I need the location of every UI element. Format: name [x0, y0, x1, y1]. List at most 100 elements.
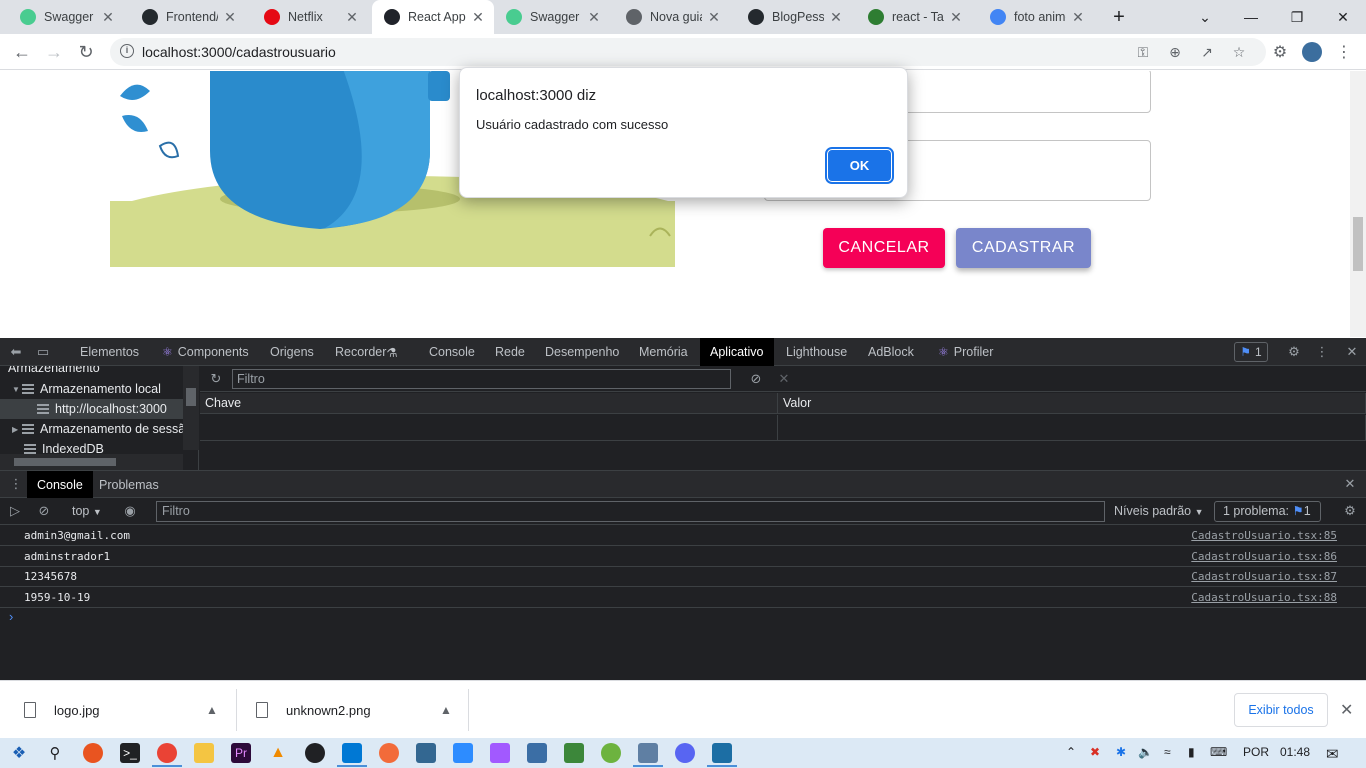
- browser-tab[interactable]: react - Tag ✕: [856, 0, 972, 34]
- close-tab-icon[interactable]: ✕: [828, 9, 844, 26]
- nodejs-icon[interactable]: [564, 743, 584, 763]
- browser-tab[interactable]: Frontend/I ✕: [130, 0, 246, 34]
- eye-icon[interactable]: ◉: [122, 503, 138, 519]
- obs-icon[interactable]: [305, 743, 325, 763]
- settings-icon[interactable]: ⚙: [1286, 344, 1302, 360]
- devtools-tab-desempenho[interactable]: Desempenho: [535, 338, 629, 366]
- close-drawer-icon[interactable]: ✕: [1342, 476, 1358, 492]
- console-settings-icon[interactable]: ⚙: [1342, 503, 1358, 519]
- device-toolbar-icon[interactable]: ▭: [35, 344, 51, 360]
- address-bar[interactable]: i localhost:3000/cadastrousuario ⚿ ⊕ ↗ ☆: [110, 38, 1266, 66]
- close-tab-icon[interactable]: ✕: [222, 9, 238, 26]
- devtools-tab-elementos[interactable]: Elementos: [70, 338, 149, 366]
- chevron-up-icon[interactable]: ⌃: [1066, 745, 1076, 759]
- column-header-key[interactable]: Chave: [200, 393, 778, 414]
- show-all-button[interactable]: Exibir todos: [1234, 693, 1328, 727]
- discord-icon[interactable]: [675, 743, 695, 763]
- browser-tab[interactable]: Swagger U ✕: [494, 0, 610, 34]
- postgres-icon[interactable]: [416, 743, 436, 763]
- console-prompt-icon[interactable]: ›: [9, 609, 13, 624]
- console-filter-input[interactable]: Filtro: [156, 501, 1105, 522]
- keyboard-icon[interactable]: ⌨: [1210, 745, 1227, 759]
- clear-console-icon[interactable]: ⊘: [36, 503, 52, 519]
- volume-icon[interactable]: 🔈: [1138, 745, 1153, 759]
- browser-tab[interactable]: Nova guia ✕: [614, 0, 730, 34]
- chrome-icon[interactable]: [157, 743, 177, 763]
- cancel-button[interactable]: CANCELAR: [823, 228, 945, 268]
- close-tab-icon[interactable]: ✕: [1070, 9, 1086, 26]
- file-explorer-icon[interactable]: [194, 743, 214, 763]
- browser-tab[interactable]: foto anime ✕: [978, 0, 1094, 34]
- log-levels-dropdown[interactable]: Níveis padrão ▼: [1114, 504, 1204, 518]
- inspect-icon[interactable]: ⬅: [8, 344, 24, 360]
- tab-console[interactable]: Console: [27, 471, 93, 498]
- devtools-tab-adblock[interactable]: AdBlock: [858, 338, 924, 366]
- browser-tab[interactable]: BlogPesso ✕: [736, 0, 852, 34]
- devtools-tab-aplicativo[interactable]: Aplicativo: [700, 338, 774, 366]
- browser-tab[interactable]: React App ✕: [372, 0, 494, 34]
- photos-icon[interactable]: [712, 743, 732, 763]
- tab-search-icon[interactable]: ⌄: [1182, 0, 1228, 34]
- close-tab-icon[interactable]: ✕: [470, 9, 486, 26]
- devtools-tab-memória[interactable]: Memória: [629, 338, 698, 366]
- chevron-up-icon[interactable]: ▲: [206, 703, 218, 717]
- more-options-icon[interactable]: ⋮: [1314, 344, 1330, 360]
- cadastrar-button[interactable]: CADASTRAR: [956, 228, 1091, 268]
- console-source-link[interactable]: CadastroUsuario.tsx:88: [1191, 591, 1337, 604]
- sidebar-item-session-storage[interactable]: ▶ Armazenamento de sessão: [12, 419, 192, 439]
- close-tab-icon[interactable]: ✕: [100, 9, 116, 26]
- sidebar-horizontal-scrollbar[interactable]: [0, 454, 183, 470]
- context-selector[interactable]: top ▼: [72, 504, 102, 518]
- close-shelf-icon[interactable]: ✕: [1340, 700, 1353, 720]
- console-source-link[interactable]: CadastroUsuario.tsx:87: [1191, 570, 1337, 583]
- minimize-icon[interactable]: —: [1228, 0, 1274, 34]
- site-info-icon[interactable]: i: [120, 44, 134, 58]
- scrollbar-thumb[interactable]: [1353, 217, 1363, 271]
- battery-icon[interactable]: ▮: [1188, 745, 1195, 759]
- profile-avatar[interactable]: [1302, 42, 1322, 62]
- drawer-menu-icon[interactable]: ⋮: [8, 476, 24, 492]
- devtools-tab-rede[interactable]: Rede: [485, 338, 535, 366]
- restore-icon[interactable]: ❐: [1274, 0, 1320, 34]
- devtools-tab-components[interactable]: ⚛ Components: [152, 338, 259, 366]
- vscode-icon[interactable]: [342, 743, 362, 763]
- extensions-icon[interactable]: ⚙: [1270, 42, 1290, 62]
- bluetooth-icon[interactable]: ✱: [1116, 745, 1126, 759]
- wifi-icon[interactable]: ≈: [1164, 745, 1171, 759]
- scrollbar-thumb[interactable]: [186, 388, 196, 406]
- zoom-app-icon[interactable]: [453, 743, 473, 763]
- zoom-icon[interactable]: ⊕: [1166, 43, 1184, 61]
- premiere-icon[interactable]: Pr: [231, 743, 251, 763]
- problems-counter[interactable]: 1 problema: ⚑1: [1214, 501, 1321, 522]
- windows-start-icon[interactable]: ❖: [9, 743, 29, 763]
- close-tab-icon[interactable]: ✕: [344, 9, 360, 26]
- ubuntu-icon[interactable]: [83, 743, 103, 763]
- bookmark-star-icon[interactable]: ☆: [1230, 43, 1248, 61]
- forward-icon[interactable]: →: [40, 38, 68, 66]
- search-icon[interactable]: ⚲: [45, 743, 65, 763]
- devtools-tab-lighthouse[interactable]: Lighthouse: [776, 338, 857, 366]
- browser-tab[interactable]: Swagger U ✕: [8, 0, 124, 34]
- close-devtools-icon[interactable]: ✕: [1344, 344, 1360, 360]
- refresh-icon[interactable]: ↻: [208, 371, 224, 387]
- vlc-icon[interactable]: ▲: [268, 743, 288, 763]
- scrollbar-thumb[interactable]: [14, 458, 116, 466]
- devtools-tab-console[interactable]: Console: [419, 338, 485, 366]
- sidebar-item-localhost[interactable]: http://localhost:3000: [0, 399, 183, 419]
- share-icon[interactable]: ↗: [1198, 43, 1216, 61]
- language-indicator[interactable]: POR: [1243, 745, 1269, 759]
- issues-badge[interactable]: ⚑ 1: [1234, 342, 1268, 362]
- console-source-link[interactable]: CadastroUsuario.tsx:85: [1191, 529, 1337, 542]
- storage-filter-input[interactable]: Filtro: [232, 369, 731, 389]
- clear-all-icon[interactable]: ⊘: [748, 371, 764, 387]
- delete-selected-icon[interactable]: ✕: [776, 371, 792, 387]
- figma-icon[interactable]: [490, 743, 510, 763]
- back-icon[interactable]: ←: [8, 38, 36, 66]
- devtools-tab-origens[interactable]: Origens: [260, 338, 324, 366]
- app-icon[interactable]: [527, 743, 547, 763]
- devtools-tab-recorder[interactable]: Recorder ⚗: [325, 338, 408, 366]
- page-scrollbar[interactable]: [1350, 71, 1366, 337]
- clock[interactable]: 01:48: [1280, 745, 1310, 759]
- tab-problems[interactable]: Problemas: [89, 471, 169, 498]
- sidebar-item-local-storage[interactable]: ▼ Armazenamento local: [12, 379, 161, 399]
